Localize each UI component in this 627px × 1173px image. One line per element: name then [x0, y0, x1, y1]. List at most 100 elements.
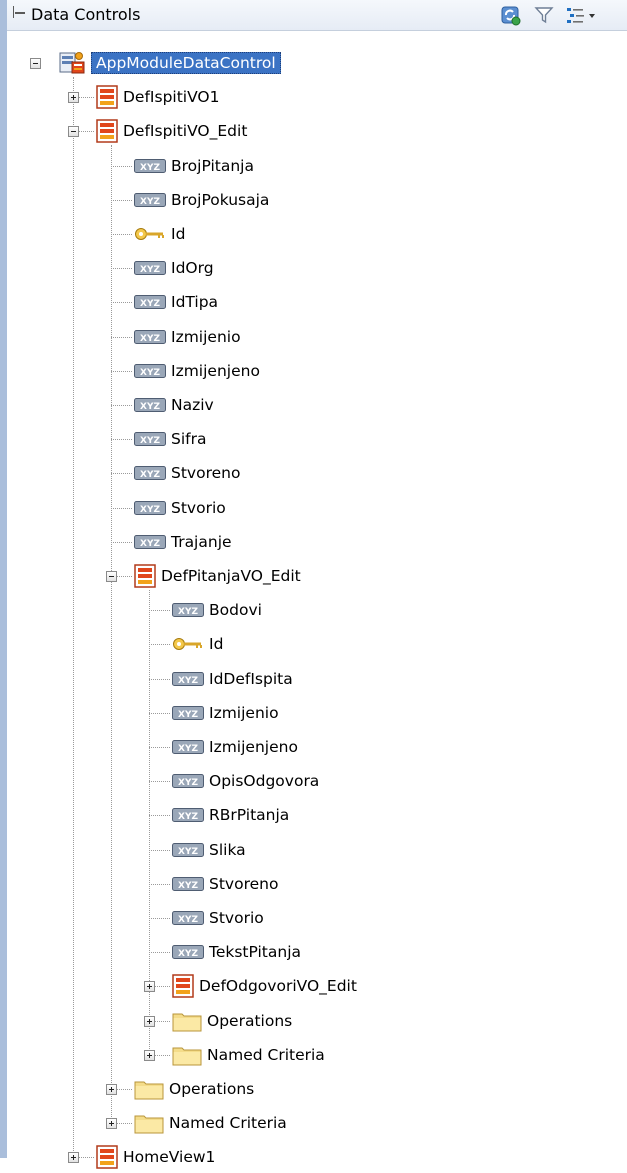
app-module-icon: [58, 51, 86, 79]
view-object-icon: [134, 564, 156, 592]
tree-node-n17[interactable]: Id: [0, 632, 620, 656]
tree-node-n18[interactable]: XYZ IdDefIspita: [0, 667, 620, 691]
tree-node-n9[interactable]: XYZ Izmijenjeno: [0, 359, 620, 383]
tree-node-n2[interactable]: DefIspitiVO_Edit: [0, 119, 620, 144]
tree-node-n30[interactable]: Operations: [0, 1077, 620, 1101]
svg-text:XYZ: XYZ: [140, 368, 160, 378]
tree-connector-line: [149, 610, 170, 612]
folder-icon: [134, 1112, 164, 1138]
tree-node-n32[interactable]: HomeView1: [0, 1145, 620, 1170]
tree-node-n10[interactable]: XYZ Naziv: [0, 393, 620, 417]
svg-text:XYZ: XYZ: [178, 949, 198, 959]
attribute-icon: XYZ: [172, 774, 204, 792]
tree-node-n4[interactable]: XYZ BrojPokusaja: [0, 188, 620, 212]
tree-node-label: Id: [209, 635, 224, 654]
tree-node-n5[interactable]: Id: [0, 222, 620, 246]
svg-text:XYZ: XYZ: [178, 744, 198, 754]
tree-node-label: Stvorio: [171, 498, 226, 517]
tree-connector-line: [149, 747, 170, 748]
view-object-icon: [96, 119, 118, 147]
tree-connector-line: [111, 165, 132, 167]
tree-node-label: Id: [171, 225, 186, 243]
tree-node-label: Izmijenjeno: [171, 361, 260, 380]
tree-node-n24[interactable]: XYZ Stvoreno: [0, 872, 620, 896]
tree-node-n14[interactable]: XYZ Trajanje: [0, 530, 620, 554]
tree-connector-line: [111, 370, 132, 372]
expand-toggle-icon[interactable]: [68, 92, 79, 104]
data-controls-tree: AppModuleDataControl DefIspitiVO1 DefIspit…: [0, 0, 627, 1170]
tree-node-label: Izmijenjeno: [209, 738, 298, 756]
svg-text:XYZ: XYZ: [178, 812, 198, 822]
attribute-icon: XYZ: [134, 192, 166, 211]
attribute-icon: XYZ: [172, 876, 204, 895]
tree-node-n28[interactable]: Operations: [0, 1009, 620, 1033]
attribute-icon: XYZ: [172, 911, 204, 929]
tree-node-label: Izmijenio: [209, 703, 279, 722]
tree-node-n11[interactable]: XYZ Sifra: [0, 427, 620, 451]
tree-node-n31[interactable]: Named Criteria: [0, 1111, 620, 1135]
tree-node-label: Izmijenio: [171, 327, 241, 346]
tree-node-n12[interactable]: XYZ Stvoreno: [0, 461, 620, 485]
tree-node-label: Operations: [207, 1011, 293, 1030]
tree-node-label: IdTipa: [171, 293, 219, 312]
expand-toggle-icon[interactable]: [144, 981, 155, 993]
svg-text:XYZ: XYZ: [178, 847, 198, 857]
attribute-icon: XYZ: [172, 740, 204, 758]
tree-node-n29[interactable]: Named Criteria: [0, 1043, 620, 1067]
tree-node-n27[interactable]: DefOdgovoriVO_Edit: [0, 974, 620, 999]
collapse-toggle-icon[interactable]: [30, 58, 41, 69]
tree-node-n20[interactable]: XYZ Izmijenjeno: [0, 735, 620, 759]
tree-node-n19[interactable]: XYZ Izmijenio: [0, 701, 620, 725]
tree-node-n6[interactable]: XYZ IdOrg: [0, 256, 620, 280]
attribute-icon: XYZ: [134, 534, 166, 553]
tree-node-label: Sifra: [171, 430, 207, 449]
tree-connector-line: [111, 439, 132, 441]
collapse-toggle-icon[interactable]: [106, 571, 117, 582]
tree-connector-line: [111, 473, 132, 475]
expand-toggle-icon[interactable]: [144, 1015, 155, 1027]
expand-toggle-icon[interactable]: [106, 1084, 117, 1095]
attribute-icon: XYZ: [172, 705, 204, 724]
tree-node-n22[interactable]: XYZ RBrPitanja: [0, 803, 620, 827]
tree-connector-line: [111, 507, 132, 509]
tree-node-n16[interactable]: XYZ Bodovi: [0, 598, 620, 622]
svg-text:XYZ: XYZ: [178, 881, 198, 891]
expand-toggle-icon[interactable]: [144, 1049, 155, 1061]
tree-node-label: AppModuleDataControl: [91, 52, 281, 74]
attribute-icon: XYZ: [172, 842, 204, 861]
svg-text:XYZ: XYZ: [140, 197, 160, 207]
tree-node-label: RBrPitanja: [209, 806, 290, 825]
tree-node-n15[interactable]: DefPitanjaVO_Edit: [0, 564, 620, 588]
tree-node-n26[interactable]: XYZ TekstPitanja: [0, 940, 620, 964]
svg-text:XYZ: XYZ: [140, 265, 160, 275]
tree-connector-line: [149, 678, 170, 680]
tree-node-label: BrojPitanja: [171, 156, 254, 175]
attribute-icon: XYZ: [134, 363, 166, 382]
expand-toggle-icon[interactable]: [106, 1118, 117, 1130]
tree-node-n8[interactable]: XYZ Izmijenio: [0, 325, 620, 349]
tree-node-n21[interactable]: XYZ OpisOdgovora: [0, 769, 620, 793]
collapse-toggle-icon[interactable]: [68, 126, 79, 138]
svg-text:XYZ: XYZ: [178, 915, 198, 925]
tree-node-label: HomeView1: [123, 1148, 216, 1167]
tree-node-label: DefPitanjaVO_Edit: [161, 567, 301, 585]
tree-connector-line: [111, 541, 132, 543]
tree-node-n1[interactable]: DefIspitiVO1: [0, 85, 620, 109]
tree-node-label: Stvoreno: [171, 464, 241, 483]
attribute-icon: XYZ: [134, 158, 166, 177]
tree-connector-line: [149, 849, 170, 851]
tree-node-n13[interactable]: XYZ Stvorio: [0, 496, 620, 520]
tree-node-label: IdDefIspita: [209, 669, 293, 688]
tree-node-n0[interactable]: AppModuleDataControl: [0, 51, 620, 75]
tree-node-label: DefOdgovoriVO_Edit: [199, 977, 357, 996]
tree-node-label: Named Criteria: [207, 1045, 325, 1064]
tree-node-label: Bodovi: [209, 601, 262, 620]
tree-connector-line: [111, 302, 132, 304]
tree-node-n25[interactable]: XYZ Stvorio: [0, 906, 620, 930]
tree-node-n23[interactable]: XYZ Slika: [0, 838, 620, 862]
tree-connector-line: [149, 644, 170, 646]
tree-node-label: OpisOdgovora: [209, 772, 320, 791]
tree-node-label: IdOrg: [171, 259, 214, 278]
tree-node-n3[interactable]: XYZ BrojPitanja: [0, 154, 620, 178]
tree-node-n7[interactable]: XYZ IdTipa: [0, 290, 620, 314]
